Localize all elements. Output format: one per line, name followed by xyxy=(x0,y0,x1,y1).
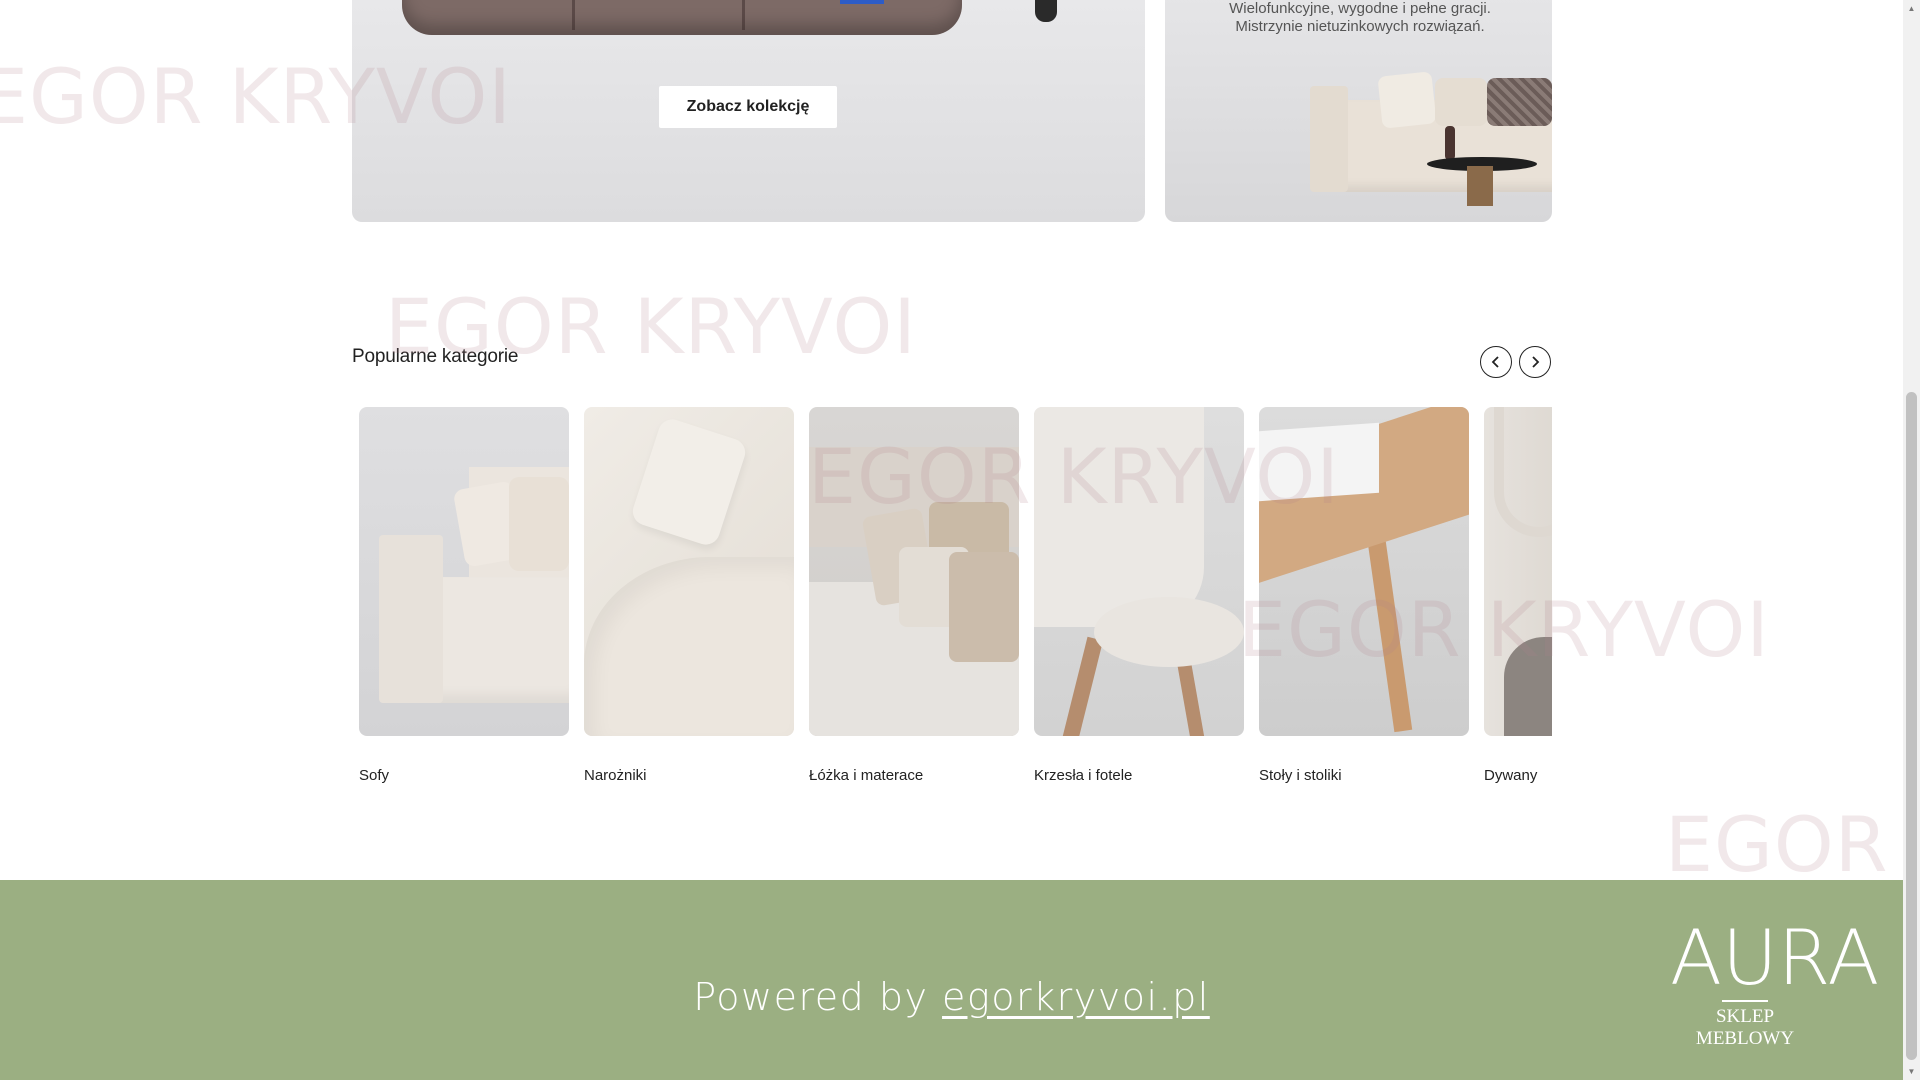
scroll-up-icon[interactable]: ▲ xyxy=(1903,0,1920,17)
cushion xyxy=(1377,71,1437,129)
scrollbar-thumb[interactable] xyxy=(1906,392,1917,1060)
vase xyxy=(1445,126,1455,160)
category-card-krzesla[interactable]: Krzesła i fotele xyxy=(1034,407,1244,784)
carousel-next-button[interactable] xyxy=(1519,346,1551,378)
category-label: Krzesła i fotele xyxy=(1034,767,1133,784)
category-image xyxy=(1484,407,1552,736)
category-label: Sofy xyxy=(359,767,390,784)
cushion xyxy=(1435,78,1487,126)
category-card-lozka[interactable]: Łóżka i materace xyxy=(809,407,1019,784)
category-card-narozniki[interactable]: Narożniki xyxy=(584,407,794,784)
vertical-scrollbar[interactable]: ▲ ▼ xyxy=(1903,0,1920,1080)
category-image xyxy=(809,407,1019,736)
powered-by-text: Powered by xyxy=(693,975,943,1019)
category-label: Narożniki xyxy=(584,767,647,784)
logo-tagline: SKLEP MEBLOWY xyxy=(1695,1006,1795,1049)
page: Zobacz kolekcję Wielofunkcyjne, wygodne … xyxy=(0,0,1903,1080)
footer: Powered by egorkryvoi.pl AURA SKLEP MEBL… xyxy=(0,880,1903,1080)
category-card-dywany[interactable]: Dywany xyxy=(1484,407,1552,784)
category-image xyxy=(359,407,569,736)
section-title: Popularne kategorie xyxy=(352,346,519,367)
side-table-leg xyxy=(1467,166,1493,206)
chevron-right-icon xyxy=(1532,356,1540,368)
category-carousel: Sofy Narożniki Łóżka i materace Krzesła … xyxy=(352,407,1552,797)
category-image xyxy=(584,407,794,736)
promo-card-modular[interactable]: Wielofunkcyjne, wygodne i pełne gracji. … xyxy=(1165,0,1552,222)
sofa-image xyxy=(402,0,962,35)
promo-card-sofa[interactable]: Zobacz kolekcję xyxy=(352,0,1145,222)
category-label: Stoły i stoliki xyxy=(1259,767,1342,784)
watermark: EGOR KRYVOI xyxy=(1665,800,1903,889)
chevron-left-icon xyxy=(1491,356,1499,368)
sofa-leg xyxy=(1035,0,1057,22)
category-card-stoly[interactable]: Stoły i stoliki xyxy=(1259,407,1469,784)
category-label: Dywany xyxy=(1484,767,1538,784)
logo-wordmark: AURA xyxy=(1670,913,1880,1002)
powered-by: Powered by egorkryvoi.pl xyxy=(0,975,1903,1019)
scroll-down-icon[interactable]: ▼ xyxy=(1903,1063,1920,1080)
slider-indicator xyxy=(840,0,884,4)
carousel-prev-button[interactable] xyxy=(1480,346,1512,378)
category-label: Łóżka i materace xyxy=(809,767,924,784)
powered-by-link[interactable]: egorkryvoi.pl xyxy=(942,975,1210,1019)
aura-logo[interactable]: AURA SKLEP MEBLOWY xyxy=(1670,913,1880,1050)
category-card-sofy[interactable]: Sofy xyxy=(359,407,569,784)
category-image xyxy=(1034,407,1244,736)
view-collection-button[interactable]: Zobacz kolekcję xyxy=(659,86,837,128)
promo-description: Wielofunkcyjne, wygodne i pełne gracji. … xyxy=(1229,0,1491,35)
category-image xyxy=(1259,407,1469,736)
cushion xyxy=(1487,78,1552,126)
